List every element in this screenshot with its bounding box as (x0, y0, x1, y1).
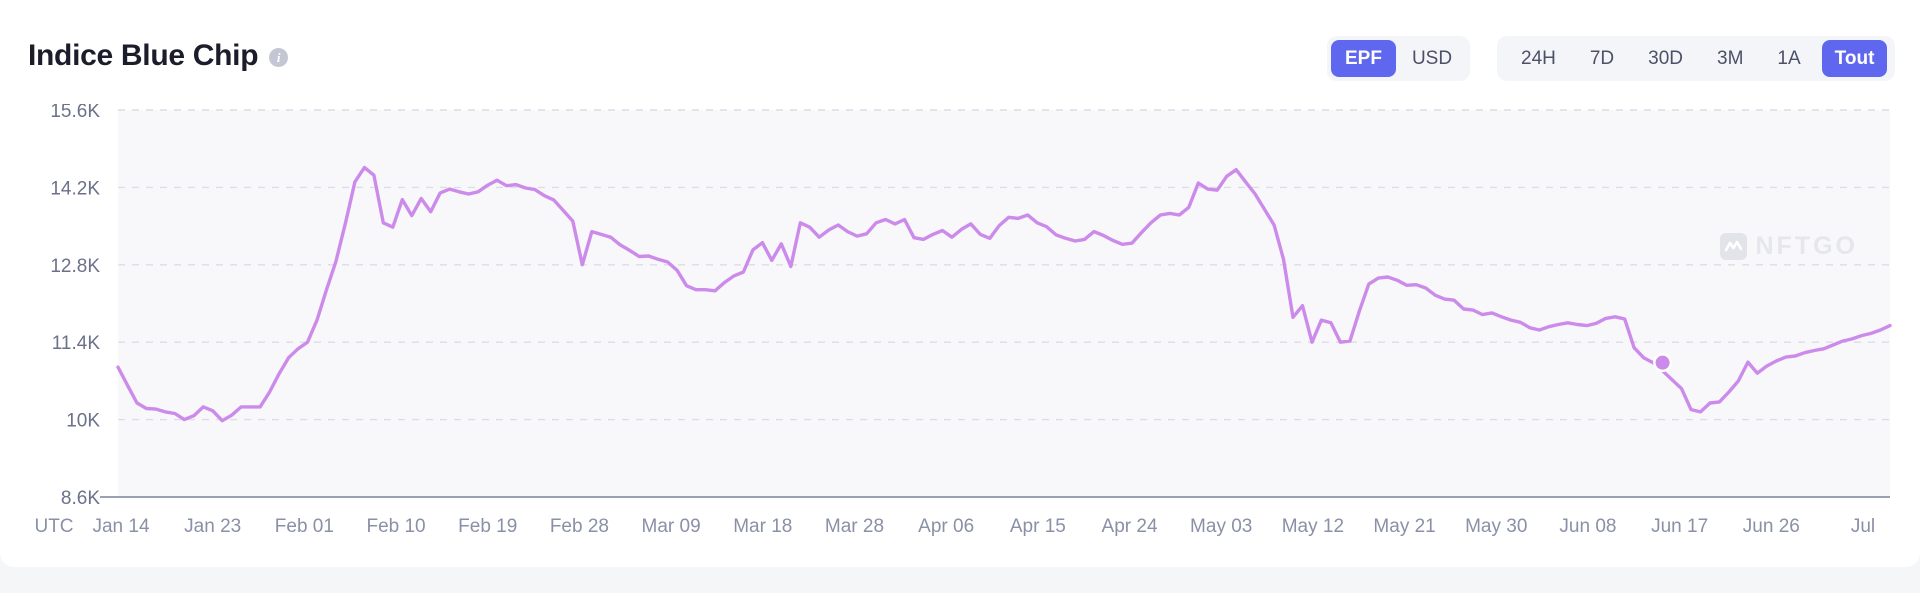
y-axis-tick-label: 14.2K (50, 178, 100, 199)
time-range-toggle-group: 24H 7D 30D 3M 1A Tout (1497, 36, 1896, 81)
x-axis-tick-label: Jul (1851, 516, 1875, 537)
x-axis-tick-label: Jan 14 (92, 516, 149, 537)
range-option-30d[interactable]: 30D (1635, 40, 1696, 77)
x-axis-tick-label: Apr 24 (1102, 516, 1158, 537)
y-axis-tick-label: 11.4K (52, 333, 101, 354)
range-option-1a[interactable]: 1A (1764, 40, 1813, 77)
x-axis-tick-label: Mar 09 (642, 516, 701, 537)
range-option-tout[interactable]: Tout (1821, 40, 1888, 77)
x-axis-tick-label: May 12 (1282, 516, 1344, 537)
card-header: Indice Blue Chip i EPF USD 24H 7D 30D 3M 1A To… (0, 0, 1920, 104)
x-axis-tick-label: Feb 28 (550, 516, 609, 537)
x-axis-tick-label: Feb 10 (366, 516, 425, 537)
chart-plot-area[interactable]: 8.6K 10K 11.4K 12.8K 14.2K 15.6K UTC Jan 14 Jan … (0, 104, 1920, 564)
range-option-24h[interactable]: 24H (1508, 40, 1569, 77)
y-axis-tick-label: 8.6K (61, 488, 100, 509)
currency-option-epf[interactable]: EPF (1331, 40, 1396, 77)
info-icon[interactable]: i (269, 48, 289, 67)
page-title: Indice Blue Chip (28, 39, 259, 72)
x-axis-tick-label: Jun 26 (1743, 516, 1800, 537)
range-option-3m[interactable]: 3M (1704, 40, 1756, 77)
x-axis-tick-label: May 21 (1373, 516, 1435, 537)
data-point-marker[interactable] (1655, 355, 1670, 370)
chart-card: Indice Blue Chip i EPF USD 24H 7D 30D 3M 1A To… (0, 0, 1920, 567)
x-axis-tick-label: May 03 (1190, 516, 1252, 537)
plot-background (118, 110, 1890, 497)
x-axis-tick-label: May 30 (1465, 516, 1527, 537)
nftgo-logo-icon (1719, 233, 1747, 260)
nftgo-watermark-text: NFTGO (1755, 232, 1858, 260)
x-axis-tick-label: Mar 28 (825, 516, 884, 537)
x-axis-tick-label: Apr 06 (918, 516, 974, 537)
y-axis-tick-label: 12.8K (50, 256, 100, 277)
y-axis-tick-label: 15.6K (50, 104, 100, 122)
nftgo-watermark: NFTGO (1719, 232, 1859, 261)
y-axis-tick-label: 10K (66, 411, 100, 432)
title-group: Indice Blue Chip i (28, 38, 289, 74)
x-axis-tick-label: Jun 17 (1651, 516, 1708, 537)
range-option-7d[interactable]: 7D (1577, 40, 1627, 77)
currency-toggle-group: EPF USD (1327, 36, 1471, 81)
x-axis-tick-label: Apr 15 (1010, 516, 1066, 537)
x-axis-tick-label: Jan 23 (184, 516, 241, 537)
timezone-label: UTC (34, 516, 73, 537)
line-chart-svg: 8.6K 10K 11.4K 12.8K 14.2K 15.6K UTC Jan 14 Jan … (34, 104, 1892, 537)
x-axis-tick-label: Mar 18 (733, 516, 792, 537)
x-axis-tick-label: Feb 19 (458, 516, 517, 537)
x-axis-tick-label: Feb 01 (275, 516, 334, 537)
x-axis-tick-label: Jun 08 (1559, 516, 1616, 537)
currency-option-usd[interactable]: USD (1398, 40, 1466, 77)
nftgo-glyph-icon (1724, 240, 1742, 252)
